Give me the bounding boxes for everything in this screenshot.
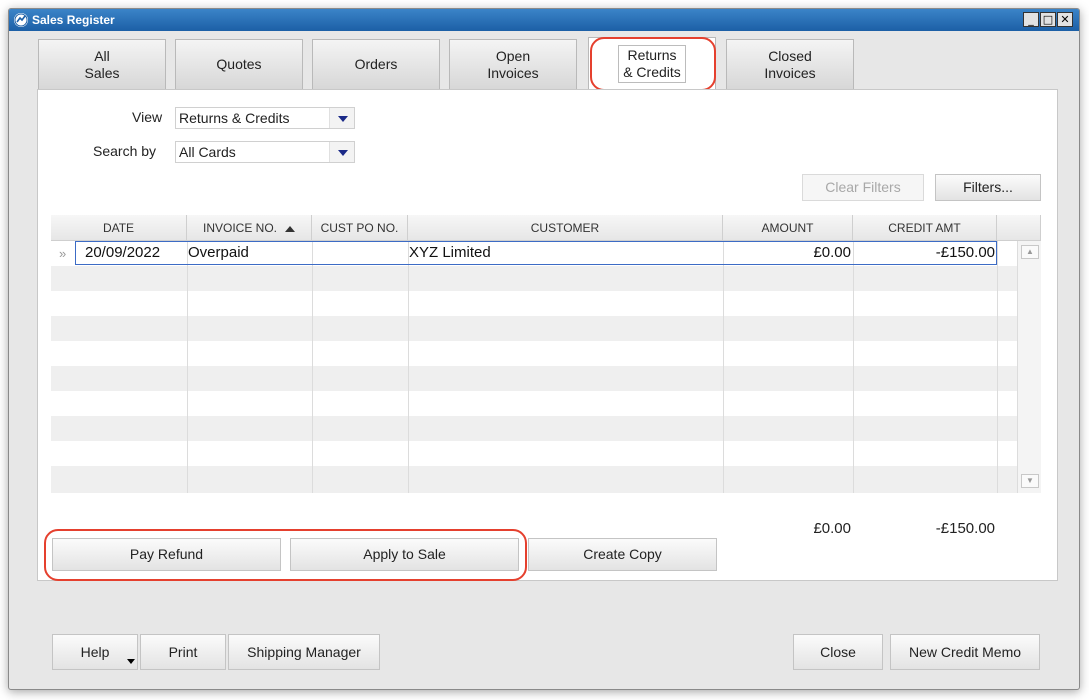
tab-closed-invoices[interactable]: Closed Invoices <box>726 39 854 89</box>
chevron-down-icon[interactable] <box>329 108 354 128</box>
help-button-label: Help <box>80 644 110 660</box>
buttons-highlight-annotation <box>44 529 527 581</box>
empty-row <box>51 266 1017 291</box>
tab-all-sales[interactable]: All Sales <box>38 39 166 89</box>
window-title: Sales Register <box>32 13 115 27</box>
column-divider <box>187 241 188 493</box>
empty-row <box>51 416 1017 441</box>
tab-label: Open Invoices <box>487 47 539 81</box>
scroll-up-icon[interactable]: ▲ <box>1021 245 1039 259</box>
column-header-customer[interactable]: CUSTOMER <box>408 215 723 241</box>
credits-table: DATE INVOICE NO. CUST PO NO. CUSTOMER AM… <box>51 215 1041 493</box>
close-window-icon[interactable]: ✕ <box>1057 12 1073 27</box>
tab-label: Closed Invoices <box>764 47 816 81</box>
column-header-cust-po-no[interactable]: CUST PO NO. <box>312 215 408 241</box>
total-amount: £0.00 <box>813 520 851 537</box>
vertical-scrollbar[interactable]: ▲ ▼ <box>1017 241 1041 493</box>
dropdown-arrow-icon <box>127 659 135 664</box>
view-label: View <box>132 109 163 125</box>
close-button[interactable]: Close <box>793 634 883 670</box>
print-button[interactable]: Print <box>140 634 226 670</box>
column-divider <box>408 241 409 493</box>
column-header-date[interactable]: DATE <box>51 215 187 241</box>
sort-ascending-icon <box>285 225 295 232</box>
title-bar[interactable]: Sales Register _ □ ✕ <box>9 9 1079 31</box>
tab-highlight-annotation <box>590 37 716 91</box>
column-header-label: INVOICE NO. <box>202 221 277 235</box>
tab-open-invoices[interactable]: Open Invoices <box>449 39 577 89</box>
empty-row <box>51 341 1017 366</box>
empty-row <box>51 366 1017 391</box>
search-by-select-value: All Cards <box>179 144 236 160</box>
total-credit-amt: -£150.00 <box>935 520 995 537</box>
sales-register-window: Sales Register _ □ ✕ All Sales Quotes Or… <box>8 8 1080 690</box>
selected-row-outline <box>75 241 997 265</box>
create-copy-button[interactable]: Create Copy <box>528 538 717 571</box>
column-divider <box>853 241 854 493</box>
help-button[interactable]: Help <box>52 634 138 670</box>
empty-row <box>51 466 1017 493</box>
clear-filters-button[interactable]: Clear Filters <box>802 174 924 201</box>
shipping-manager-button[interactable]: Shipping Manager <box>228 634 380 670</box>
tab-orders[interactable]: Orders <box>312 39 440 89</box>
minimize-icon[interactable]: _ <box>1023 12 1039 27</box>
tab-label: Orders <box>354 56 398 72</box>
view-select-value: Returns & Credits <box>179 110 290 126</box>
tab-label: Quotes <box>216 56 262 72</box>
empty-row <box>51 316 1017 341</box>
column-divider <box>723 241 724 493</box>
row-pointer-icon: » <box>59 246 67 261</box>
tab-label: All Sales <box>84 47 120 81</box>
new-credit-memo-button[interactable]: New Credit Memo <box>890 634 1040 670</box>
empty-row <box>51 291 1017 316</box>
column-header-credit-amt[interactable]: CREDIT AMT <box>853 215 997 241</box>
tab-quotes[interactable]: Quotes <box>175 39 303 89</box>
maximize-icon[interactable]: □ <box>1040 12 1056 27</box>
column-header-spacer <box>997 215 1041 241</box>
empty-row <box>51 441 1017 466</box>
search-by-label: Search by <box>93 143 157 159</box>
search-by-select[interactable]: All Cards <box>175 141 355 163</box>
app-logo-icon <box>14 13 28 27</box>
filters-button[interactable]: Filters... <box>935 174 1041 201</box>
column-divider <box>997 241 998 493</box>
column-divider <box>312 241 313 493</box>
chevron-down-icon[interactable] <box>329 142 354 162</box>
view-select[interactable]: Returns & Credits <box>175 107 355 129</box>
column-header-invoice-no[interactable]: INVOICE NO. <box>187 215 312 241</box>
scroll-down-icon[interactable]: ▼ <box>1021 474 1039 488</box>
empty-row <box>51 391 1017 416</box>
column-header-amount[interactable]: AMOUNT <box>723 215 853 241</box>
